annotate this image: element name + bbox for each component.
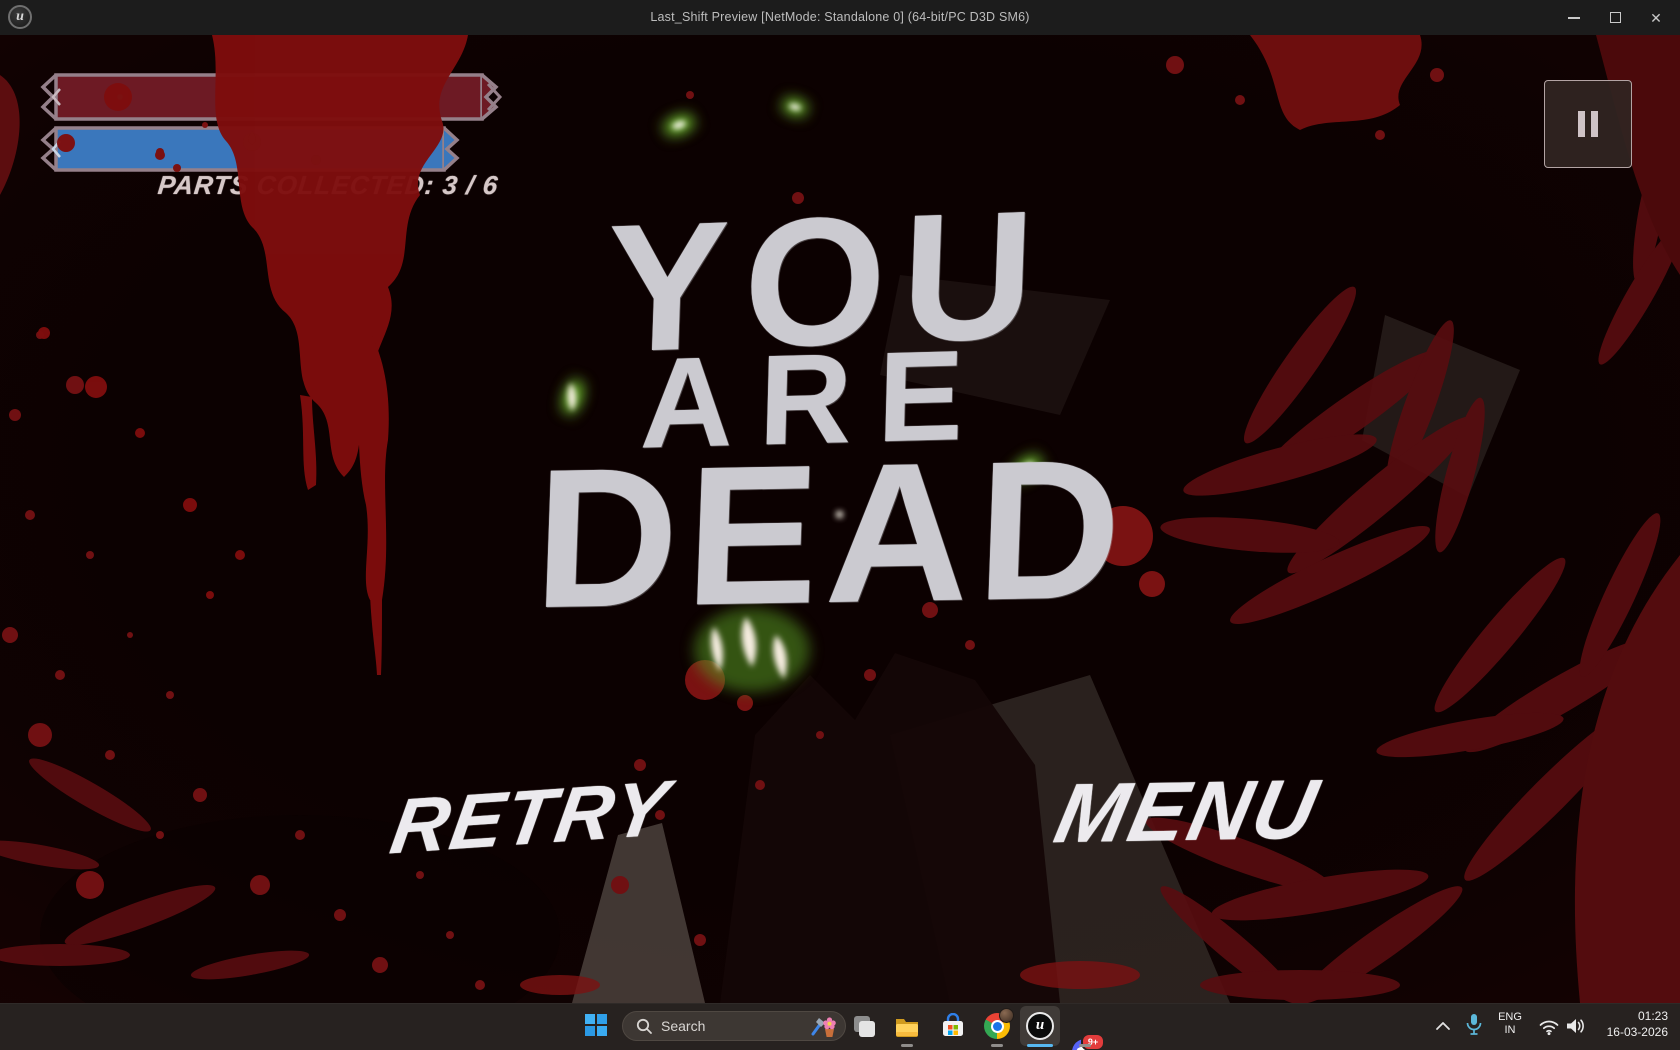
- window-title: Last_Shift Preview [NetMode: Standalone …: [650, 10, 1030, 24]
- file-explorer-button[interactable]: [894, 1013, 920, 1039]
- file-explorer-icon: [896, 1019, 918, 1037]
- maximize-icon: [1609, 12, 1621, 23]
- microsoft-store-icon: [943, 1012, 963, 1036]
- hud-status-bars: [40, 73, 503, 172]
- chevron-up-icon: [1436, 1022, 1450, 1030]
- microphone-tray-button[interactable]: [1462, 1012, 1486, 1043]
- language-label: ENG: [1498, 1011, 1522, 1023]
- microphone-icon: [1466, 1014, 1482, 1035]
- death-title-line3: DEAD: [531, 417, 1133, 650]
- active-app-indicator: [1027, 1044, 1053, 1047]
- start-button[interactable]: [585, 1014, 607, 1036]
- minimize-icon: [1568, 16, 1580, 19]
- wifi-icon: [1539, 1020, 1559, 1036]
- region-label: IN: [1504, 1024, 1516, 1036]
- chrome-button[interactable]: [984, 1008, 1014, 1039]
- unreal-engine-button[interactable]: u: [1020, 1006, 1060, 1046]
- pause-icon: [1578, 111, 1585, 137]
- unreal-engine-icon: u: [1026, 1012, 1054, 1040]
- chrome-icon-center: [992, 1021, 1002, 1031]
- maximize-button[interactable]: [1593, 0, 1637, 35]
- tray-overflow-button[interactable]: [1431, 1016, 1455, 1041]
- running-indicator: [1079, 1044, 1091, 1047]
- pause-button[interactable]: [1544, 80, 1632, 168]
- menu-button[interactable]: MENU: [1047, 761, 1328, 863]
- tray-time: 01:23: [1637, 1009, 1668, 1023]
- discord-notification-badge: 9+: [1081, 1033, 1105, 1050]
- windows-logo-icon: [597, 1014, 607, 1024]
- wifi-tray-button[interactable]: [1537, 1014, 1561, 1043]
- task-view-button[interactable]: [851, 1013, 877, 1039]
- microsoft-store-button[interactable]: [940, 1012, 966, 1039]
- language-switcher[interactable]: ENG IN: [1492, 1011, 1528, 1037]
- search-highlight-plant-icon: [811, 1017, 836, 1037]
- window-titlebar: u Last_Shift Preview [NetMode: Standalon…: [0, 0, 1680, 35]
- desktop-screen: PARTS COLLECTED: 3 / 6 YOU ARE DEAD RETR…: [0, 0, 1680, 1050]
- task-view-icon: [854, 1016, 875, 1037]
- clock-tray-button[interactable]: 01:23 16-03-2026: [1560, 1008, 1668, 1040]
- close-icon: ✕: [1650, 9, 1662, 26]
- search-icon: [636, 1018, 652, 1034]
- windows-logo-icon: [597, 1026, 607, 1036]
- pause-icon: [1591, 111, 1598, 137]
- search-placeholder: Search: [661, 1018, 706, 1034]
- minimize-button[interactable]: [1552, 0, 1596, 35]
- chrome-profile-avatar: [999, 1008, 1014, 1023]
- parts-collected-counter: PARTS COLLECTED: 3 / 6: [156, 170, 500, 200]
- tray-date: 16-03-2026: [1606, 1025, 1668, 1039]
- windows-logo-icon: [585, 1026, 595, 1036]
- health-bar: [40, 73, 503, 121]
- windows-logo-icon: [585, 1014, 595, 1024]
- stamina-bar: [40, 126, 460, 172]
- running-indicator: [901, 1044, 913, 1047]
- close-button[interactable]: ✕: [1634, 0, 1678, 35]
- search-input[interactable]: Search: [622, 1011, 846, 1041]
- running-indicator: [991, 1044, 1003, 1047]
